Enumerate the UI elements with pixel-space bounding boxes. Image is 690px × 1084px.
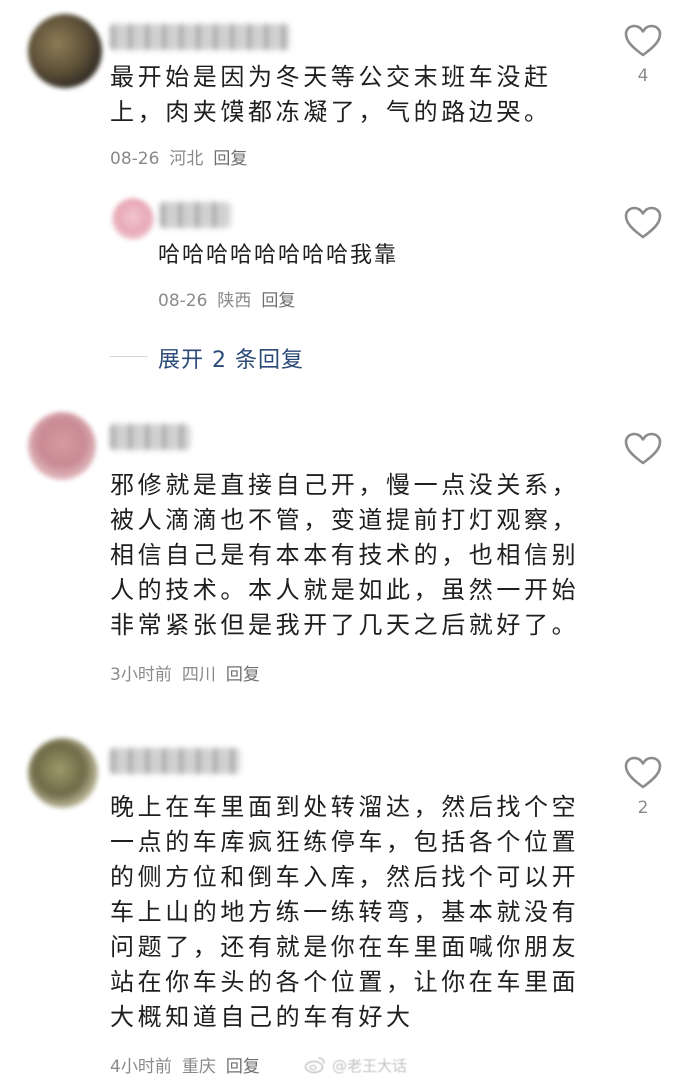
- username-blurred[interactable]: [110, 424, 190, 450]
- heart-outline-icon: [624, 756, 662, 789]
- expand-replies-label[interactable]: 展开 2 条回复: [158, 342, 304, 374]
- comment-meta: 08-26 陕西 回复: [158, 286, 305, 311]
- comment-location: 重庆: [181, 1057, 216, 1077]
- reply-button[interactable]: 回复: [261, 291, 295, 311]
- heart-outline-icon: [624, 24, 662, 57]
- comment-location: 河北: [169, 149, 204, 169]
- expand-divider: [110, 356, 148, 357]
- username-blurred[interactable]: [110, 748, 240, 774]
- like-count: 4: [637, 66, 649, 86]
- comment-meta: 3小时前 四川 回复: [110, 660, 270, 685]
- watermark-text: @老王大话: [332, 1056, 408, 1075]
- avatar[interactable]: [28, 14, 102, 88]
- username-blurred[interactable]: [110, 24, 290, 50]
- reply-button[interactable]: 回复: [226, 1057, 260, 1077]
- comment-text: 哈哈哈哈哈哈哈哈我靠: [158, 243, 399, 268]
- like-button[interactable]: [623, 432, 663, 466]
- like-button[interactable]: [623, 206, 663, 240]
- reply-button[interactable]: 回复: [213, 149, 247, 169]
- comment-location: 四川: [181, 665, 216, 685]
- comment-text: 邪修就是直接自己开，慢一点没关系， 被人滴滴也不管，变道提前打灯观察， 相信自己…: [110, 471, 580, 639]
- comment-meta: 08-26 河北 回复: [110, 144, 257, 169]
- weibo-logo-icon: [304, 1057, 325, 1074]
- comment-date: 4小时前: [110, 1057, 172, 1077]
- like-button[interactable]: 2: [623, 756, 663, 818]
- username-blurred[interactable]: [160, 202, 230, 228]
- avatar[interactable]: [112, 198, 154, 240]
- comment-date: 3小时前: [110, 665, 172, 685]
- heart-outline-icon: [624, 432, 662, 465]
- reply-button[interactable]: 回复: [226, 665, 260, 685]
- comment-text: 最开始是因为冬天等公交末班车没赶 上，肉夹馍都冻凝了，气的路边哭。: [110, 63, 552, 126]
- watermark: @老王大话: [304, 1052, 407, 1078]
- comment-date: 08-26: [158, 291, 208, 311]
- avatar[interactable]: [28, 412, 96, 480]
- like-count: 2: [637, 798, 649, 818]
- comment-text: 晚上在车里面到处转溜达，然后找个空 一点的车库疯狂练停车，包括各个位置 的侧方位…: [110, 793, 580, 1031]
- comment-location: 陕西: [217, 291, 252, 311]
- heart-outline-icon: [624, 206, 662, 239]
- like-button[interactable]: 4: [623, 24, 663, 86]
- comment-date: 08-26: [110, 149, 160, 169]
- avatar[interactable]: [28, 738, 98, 808]
- comment-meta: 4小时前 重庆 回复: [110, 1052, 270, 1077]
